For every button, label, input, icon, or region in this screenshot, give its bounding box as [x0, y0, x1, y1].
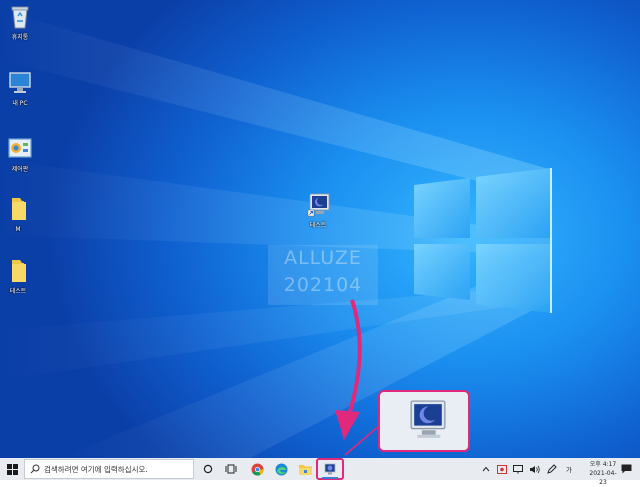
desktop: 휴지통 내 PC 제어판 M 테스트 테스트 ALLUZE 202104: [0, 0, 640, 458]
running-indicator: [322, 477, 338, 479]
taskbar-app-chrome[interactable]: [248, 458, 266, 480]
search-placeholder: 검색하려면 여기에 입력하십시오.: [44, 464, 148, 474]
search-icon: [30, 464, 40, 474]
clock-time: 오후 4:17: [589, 461, 617, 468]
taskbar: 검색하려면 여기에 입력하십시오. 가 오후 4:17 2021-04-23: [0, 458, 640, 486]
annotation-arrows: [335, 299, 381, 456]
taskbar-app-file-explorer[interactable]: [296, 458, 314, 480]
task-view-button[interactable]: [222, 458, 240, 480]
ime-indicator[interactable]: 가: [562, 458, 576, 480]
monitor-shortcut-icon: [410, 400, 446, 438]
cortana-button[interactable]: [200, 458, 216, 480]
taskbar-clock[interactable]: 오후 4:17 2021-04-23: [588, 460, 618, 487]
zoom-callout: [378, 390, 470, 452]
network-icon: [513, 464, 523, 473]
volume-button[interactable]: [527, 458, 541, 480]
taskbar-app-edge[interactable]: [272, 458, 290, 480]
chrome-icon: [251, 463, 263, 476]
edge-icon: [275, 463, 287, 475]
clock-date: 2021-04-23: [589, 470, 617, 486]
network-button[interactable]: [511, 458, 525, 480]
taskbar-app-monitor[interactable]: [316, 458, 344, 480]
task-view-icon: [225, 464, 237, 474]
tray-app-button[interactable]: [495, 458, 509, 480]
taskbar-search-box[interactable]: 검색하려면 여기에 입력하십시오.: [24, 459, 194, 479]
chevron-up-icon: [482, 466, 490, 472]
windows-logo-icon: [6, 463, 18, 475]
arrow-head-icon: [335, 410, 360, 440]
start-button[interactable]: [0, 458, 24, 480]
file-explorer-icon: [298, 464, 312, 475]
speaker-icon: [529, 465, 540, 473]
notification-icon: [621, 464, 631, 474]
tray-overflow-button[interactable]: [480, 458, 492, 480]
pen-icon: [547, 464, 557, 474]
ime-indicator-label: 가: [566, 466, 572, 474]
pen-button[interactable]: [545, 458, 559, 480]
screen-capture-icon: [497, 464, 507, 474]
action-center-button[interactable]: [618, 458, 634, 480]
cortana-icon: [203, 464, 213, 474]
